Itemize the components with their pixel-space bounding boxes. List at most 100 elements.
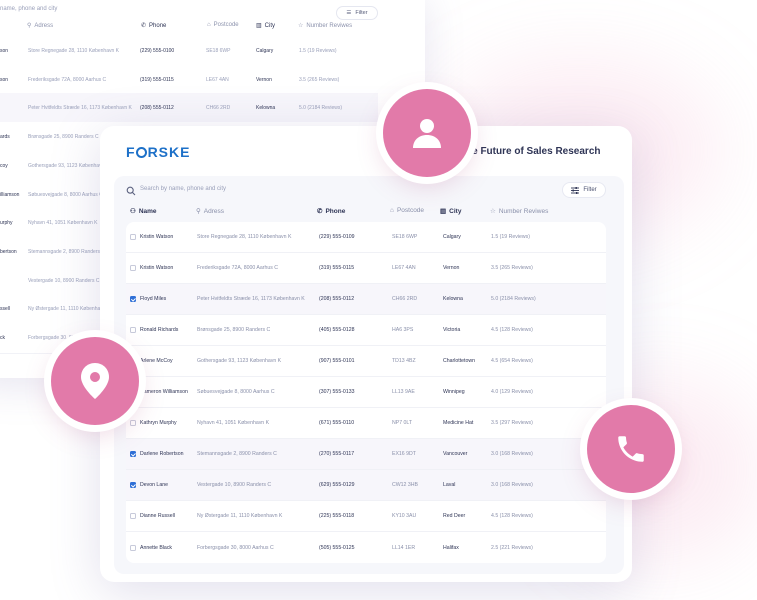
cell-postcode: NP7 0LT <box>392 420 413 426</box>
forske-logo: F RSKE <box>126 144 190 160</box>
search-input[interactable]: Search by name, phone and city <box>140 186 226 192</box>
back-cell-name: ards <box>0 134 10 141</box>
cell-reviews: 4.5 (654 Reviews) <box>491 358 533 364</box>
phone-icon <box>618 436 644 462</box>
table-row[interactable]: Cameron Williamson Søbuesvejgade 8, 8000 … <box>126 377 606 408</box>
back-cell-name: ck <box>0 335 5 341</box>
back-cell-postcode: CH66 2RD <box>206 105 231 112</box>
search-icon <box>126 186 136 196</box>
cell-city: Vernon <box>443 265 460 271</box>
cell-name: Darlene Robertson <box>140 451 184 457</box>
table-row[interactable]: Annette Black Forbergsgade 30, 8000 Aarhu… <box>126 532 606 563</box>
cell-phone: (629) 555-0129 <box>319 482 355 488</box>
back-cell-address: Brønsgade 25, 8900 Randers C <box>28 134 99 141</box>
building-icon: ▥ <box>256 23 262 29</box>
cell-reviews: 3.0 (168 Reviews) <box>491 482 533 488</box>
back-col-phone: ✆ Phone <box>141 22 167 30</box>
row-checkbox[interactable] <box>130 327 136 333</box>
cell-address: Søbuesvejgade 8, 8000 Aarhus C <box>197 389 275 395</box>
phone-small-icon: ✆ <box>317 208 323 215</box>
table-row[interactable]: Kristin Watson Store Regnegade 28, 1110 K… <box>126 222 606 253</box>
cell-name: Kristin Watson <box>140 234 174 240</box>
cell-address: Gothersgade 93, 1123 København K <box>197 358 282 364</box>
back-filter-button[interactable]: ☰ Filter <box>336 6 378 20</box>
building-icon: ▥ <box>440 208 447 215</box>
table-row[interactable]: Dianne Russell Ny Østergade 11, 1110 Købe… <box>126 501 606 532</box>
cell-reviews: 4.5 (128 Reviews) <box>491 327 533 333</box>
cell-reviews: 2.5 (221 Reviews) <box>491 544 533 551</box>
cell-postcode: LL13 9AE <box>392 389 415 395</box>
cell-name: Kristin Watson <box>140 265 174 271</box>
cell-phone: (671) 555-0110 <box>319 420 355 426</box>
back-cell-address: Frederiksgade 72A, 8000 Aarhus C <box>28 76 107 83</box>
back-cell-address: Stemannsgade 2, 8900 Randers C <box>28 248 105 255</box>
cell-postcode: SE18 6WP <box>392 234 418 240</box>
table-row[interactable]: Darlene Robertson Stemannsgade 2, 8900 Ra… <box>126 439 606 470</box>
back-search-text[interactable]: name, phone and city <box>0 6 57 12</box>
table-row[interactable]: Floyd Miles Peter Hvitfeldts Stræde 16, 1… <box>126 284 606 315</box>
col-phone[interactable]: ✆ Phone <box>317 207 345 216</box>
cell-postcode: LE67 4AN <box>392 265 416 271</box>
col-name[interactable]: ⚇ Name <box>130 207 157 216</box>
back-cell-address: Peter Hvitfeldts Stræde 16, 1173 Københa… <box>28 105 132 112</box>
cell-phone: (208) 555-0112 <box>319 296 355 302</box>
row-checkbox[interactable] <box>130 420 136 426</box>
back-cell-postcode: LE67 4AN <box>206 76 229 83</box>
back-cell-phone: (208) 555-0112 <box>140 105 174 112</box>
row-checkbox[interactable] <box>130 451 136 457</box>
table-row[interactable]: Arlene McCoy Gothersgade 93, 1123 Københa… <box>126 346 606 377</box>
pin-icon: ⚲ <box>27 23 32 29</box>
cell-city: Charlottetown <box>443 358 476 364</box>
cell-postcode: HA6 3PS <box>392 327 414 333</box>
cell-postcode: CW12 3HB <box>392 482 418 488</box>
cell-reviews: 3.5 (265 Reviews) <box>491 265 533 271</box>
row-checkbox[interactable] <box>130 296 136 302</box>
cell-phone: (307) 555-0133 <box>319 389 355 395</box>
table-row[interactable]: Devon Lane Vestergade 10, 8900 Randers C (… <box>126 470 606 501</box>
back-col-city: ▥ City <box>256 22 276 30</box>
cell-phone: (319) 555-0115 <box>319 265 355 271</box>
back-cell-name: bertson <box>0 248 17 255</box>
back-cell-phone: (229) 555-0100 <box>140 48 175 54</box>
cell-reviews: 3.0 (168 Reviews) <box>491 451 533 457</box>
cell-address: Peter Hvitfeldts Stræde 16, 1173 Københa… <box>197 296 305 302</box>
cell-name: Cameron Williamson <box>140 389 188 395</box>
back-cell-address: Store Regnegade 28, 1110 København K <box>28 48 119 54</box>
col-address[interactable]: ⚲ Adress <box>196 207 224 216</box>
user-bubble <box>383 89 471 177</box>
pin-icon: ⚲ <box>196 208 201 215</box>
cell-reviews: 5.0 (2184 Reviews) <box>491 296 536 302</box>
back-cell-name: ssell <box>0 306 11 313</box>
back-table-row: Peter Hvitfeldts Stræde 16, 1173 Københa… <box>0 93 378 125</box>
cell-city: Winnipeg <box>443 389 465 395</box>
location-pin-icon <box>81 363 109 399</box>
cell-name: Kathryn Murphy <box>140 420 177 426</box>
cell-city: Calgary <box>443 234 461 240</box>
cell-phone: (405) 555-0128 <box>319 327 355 333</box>
cell-address: Stemannsgade 2, 8900 Randers C <box>197 451 277 457</box>
row-checkbox[interactable] <box>130 234 136 240</box>
phone-small-icon: ✆ <box>141 23 147 29</box>
table-row[interactable]: Ronald Richards Brønsgade 25, 8900 Rander… <box>126 315 606 346</box>
back-cell-name: urphy <box>0 220 13 227</box>
cell-reviews: 4.0 (129 Reviews) <box>491 389 533 395</box>
row-checkbox[interactable] <box>130 544 136 551</box>
back-cell-postcode: SE18 6WP <box>206 48 231 54</box>
cell-postcode: LL14 1ER <box>392 544 416 551</box>
back-cell-reviews: 1.5 (19 Reviews) <box>299 48 337 54</box>
cell-name: Dianne Russell <box>140 513 175 519</box>
back-col-reviews: ☆ Number Reviwes <box>298 22 353 30</box>
filter-button[interactable]: Filter <box>562 182 606 198</box>
row-checkbox[interactable] <box>130 513 136 519</box>
row-checkbox[interactable] <box>130 482 136 488</box>
row-checkbox[interactable] <box>130 265 136 271</box>
back-col-address: ⚲ Adress <box>27 22 54 30</box>
cell-name: Devon Lane <box>140 482 168 488</box>
col-postcode[interactable]: ⌂ Postcode <box>390 207 424 214</box>
col-reviews[interactable]: ☆ Number Reviwes <box>490 207 548 216</box>
back-cell-name: son <box>0 48 9 54</box>
col-city[interactable]: ▥ City <box>440 207 461 216</box>
table-row[interactable]: Kathryn Murphy Nyhavn 41, 1051 København … <box>126 408 606 439</box>
table-row[interactable]: Kristin Watson Frederiksgade 72A, 8000 Aa… <box>126 253 606 284</box>
cell-city: Red Deer <box>443 513 466 519</box>
